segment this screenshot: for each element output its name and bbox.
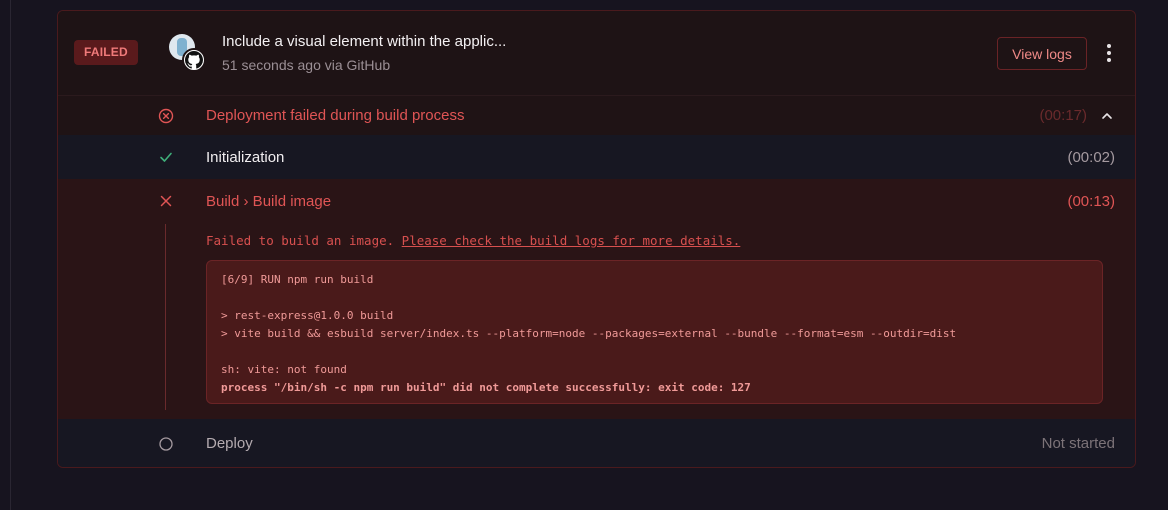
step-initialization: Initialization (00:02) <box>58 135 1135 179</box>
deployment-card: FAILED Include a visual element within t… <box>57 10 1136 468</box>
step-label: Build › Build image <box>206 193 332 210</box>
step-deploy: Deploy Not started <box>58 419 1135 467</box>
build-log-output: [6/9] RUN npm run build > rest-express@1… <box>206 260 1103 404</box>
step-duration: (00:13) <box>1067 193 1115 210</box>
check-icon <box>158 149 174 165</box>
summary-duration: (00:17) <box>1039 107 1087 124</box>
timeline-line <box>165 224 166 410</box>
circle-icon <box>158 436 174 452</box>
github-icon <box>182 48 206 72</box>
error-message: Failed to build an image. Please check t… <box>206 233 740 248</box>
log-line: [6/9] RUN npm run build <box>221 273 374 286</box>
step-label: Deploy <box>206 435 253 452</box>
view-logs-button[interactable]: View logs <box>997 37 1087 70</box>
avatar-group <box>169 34 209 74</box>
x-icon <box>158 193 174 209</box>
error-text: Failed to build an image. <box>206 233 402 248</box>
step-label: Initialization <box>206 149 285 166</box>
page-rail <box>10 0 11 510</box>
commit-meta: 51 seconds ago via GitHub <box>222 57 391 73</box>
deployment-summary-row[interactable]: Deployment failed during build process (… <box>58 95 1135 135</box>
build-logs-link[interactable]: Please check the build logs for more det… <box>402 233 741 248</box>
status-badge: FAILED <box>74 40 138 65</box>
log-line: process "/bin/sh -c npm run build" did n… <box>221 381 751 394</box>
log-line: sh: vite: not found <box>221 363 347 376</box>
step-build: Build › Build image (00:13) Failed to bu… <box>58 179 1135 419</box>
commit-title[interactable]: Include a visual element within the appl… <box>222 33 506 50</box>
summary-label: Deployment failed during build process <box>206 107 465 124</box>
kebab-menu-icon[interactable] <box>1099 42 1119 64</box>
log-line: > rest-express@1.0.0 build <box>221 309 394 322</box>
deployment-header: FAILED Include a visual element within t… <box>58 11 1135 95</box>
step-duration: (00:02) <box>1067 149 1115 166</box>
log-line: > vite build && esbuild server/index.ts … <box>221 327 957 340</box>
step-duration: Not started <box>1041 435 1115 452</box>
chevron-up-icon[interactable] <box>1099 108 1115 124</box>
x-circle-icon <box>158 108 174 124</box>
